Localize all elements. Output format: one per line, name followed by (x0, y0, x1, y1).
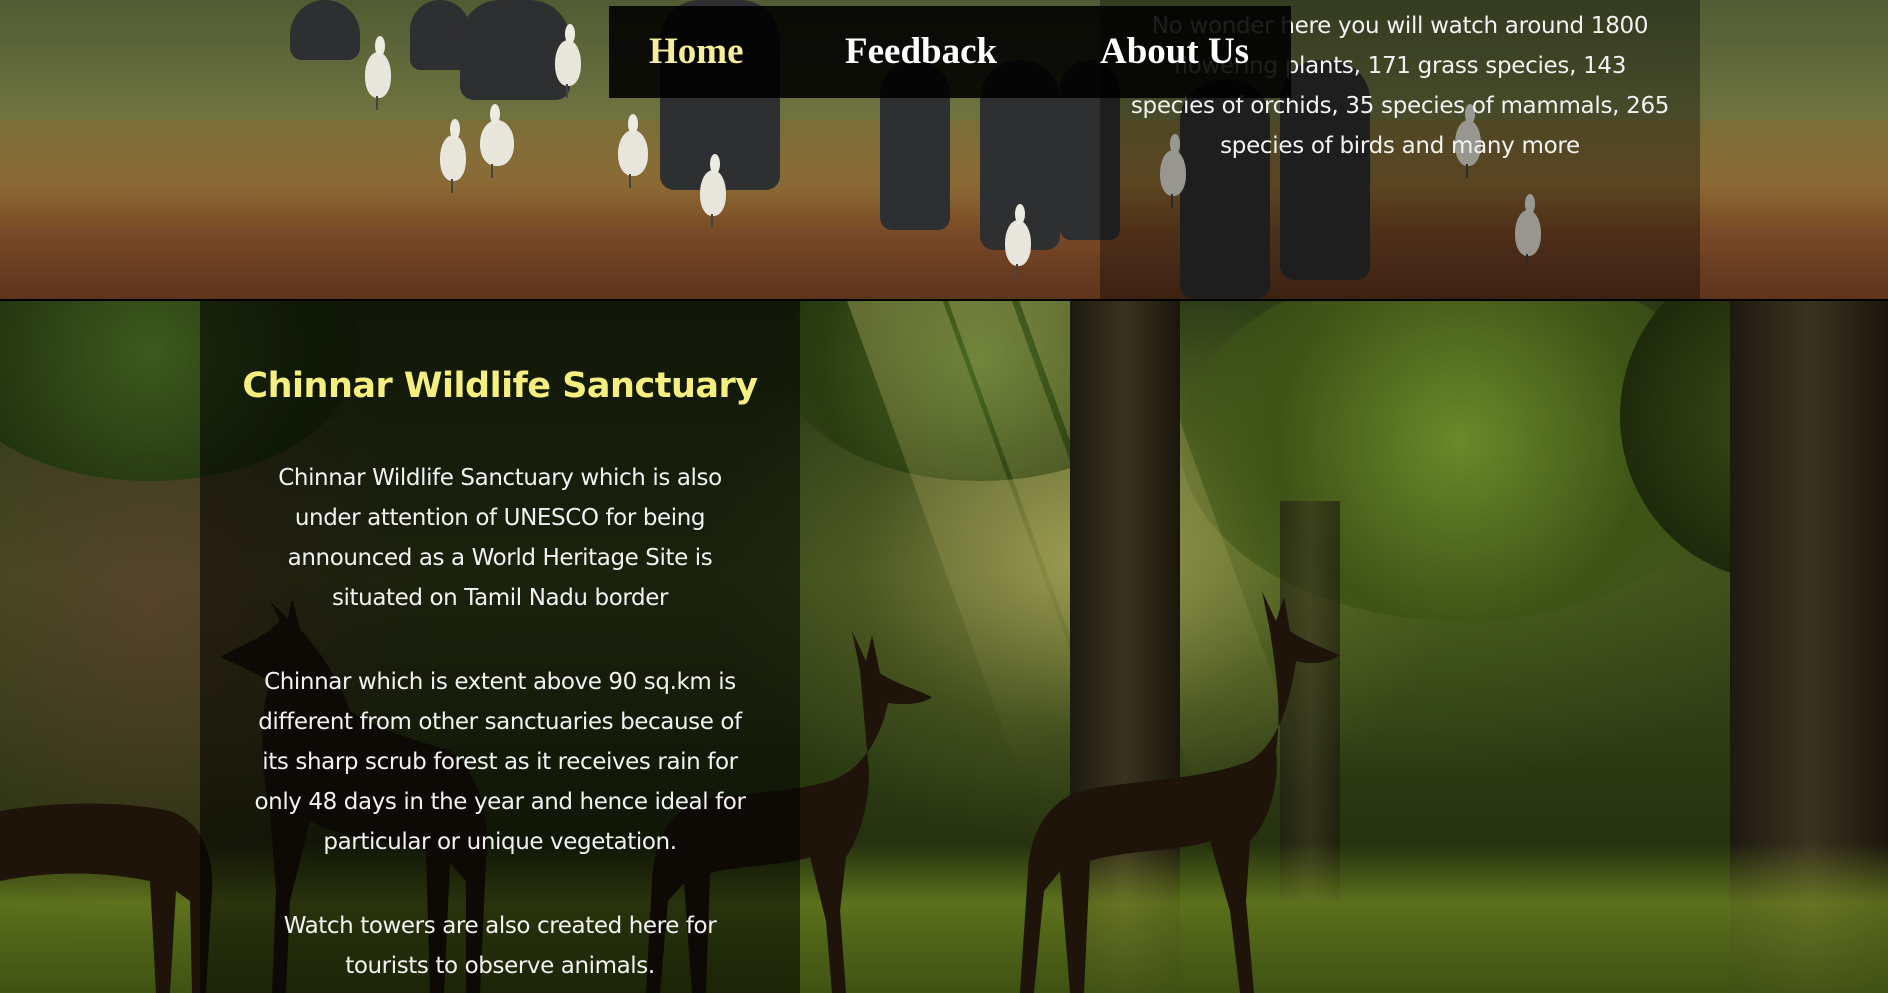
description-paragraph: Chinnar Wildlife Sanctuary which is also… (278, 465, 722, 611)
description-paragraph: Chinnar which is extent above 90 sq.km i… (254, 669, 746, 855)
egret-bird (440, 119, 466, 193)
page-title: Chinnar Wildlife Sanctuary (242, 366, 758, 406)
egret-bird (480, 104, 514, 178)
nav-feedback-link[interactable]: Feedback (845, 30, 997, 73)
deer-silhouette (0, 803, 213, 993)
nav-home-link[interactable]: Home (649, 30, 744, 73)
nav-about-us-link[interactable]: About Us (1100, 30, 1249, 73)
deer-silhouette (1020, 591, 1340, 993)
description-paragraph: Watch towers are also created here for t… (283, 913, 717, 979)
egret-bird (700, 154, 726, 228)
main-navbar: Home Feedback About Us (609, 6, 1291, 98)
egret-bird (1005, 204, 1031, 278)
egret-bird (555, 24, 581, 98)
elephant-leg (460, 0, 570, 100)
egret-bird (618, 114, 648, 188)
egret-bird (365, 36, 391, 110)
